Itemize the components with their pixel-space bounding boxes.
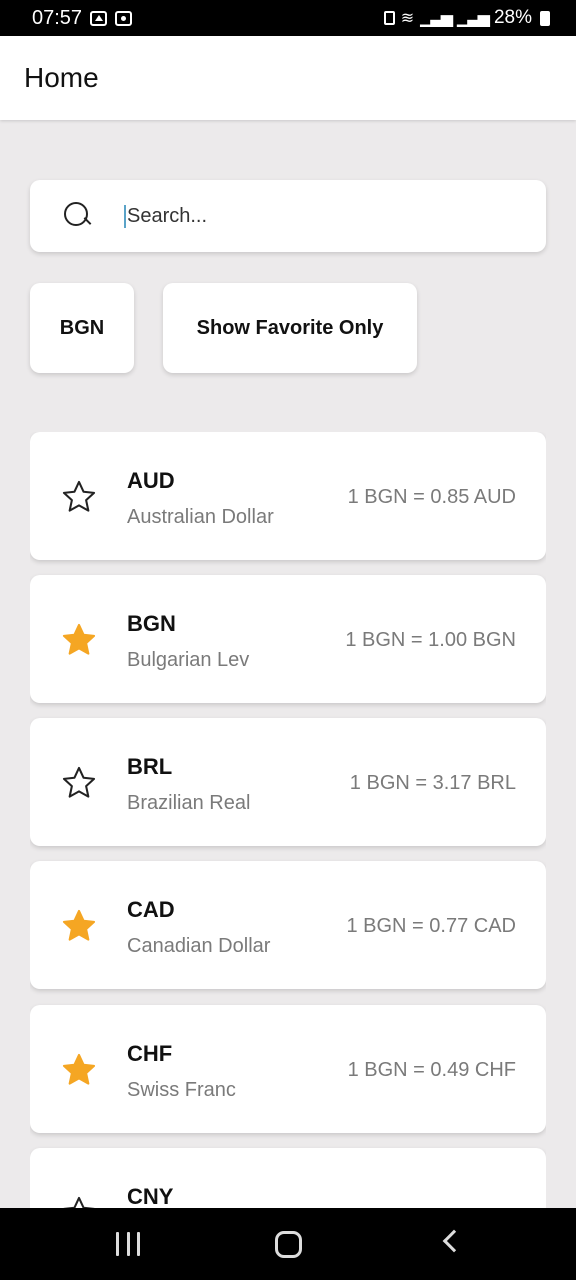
exchange-rate: 1 BGN = 0.49 CHF: [347, 1059, 516, 1081]
recents-icon[interactable]: [116, 1232, 140, 1256]
show-favorite-only-button[interactable]: Show Favorite Only: [163, 283, 417, 373]
image-icon: [90, 10, 108, 26]
currency-code: CNY: [127, 1184, 174, 1208]
star-icon[interactable]: [60, 1051, 98, 1089]
currency-row[interactable]: BRL Brazilian Real 1 BGN = 3.17 BRL: [30, 718, 546, 846]
currency-code: CAD: [127, 897, 175, 922]
star-icon[interactable]: [60, 907, 98, 945]
currency-code: BGN: [127, 611, 176, 636]
currency-list[interactable]: AUD Australian Dollar 1 BGN = 0.85 AUD B…: [30, 432, 546, 1208]
currency-code: AUD: [127, 468, 175, 493]
star-icon[interactable]: [60, 1194, 98, 1208]
exchange-rate: 1 BGN = 0.77 CAD: [346, 915, 516, 937]
star-icon[interactable]: [60, 764, 98, 802]
battery-icon: [540, 10, 550, 26]
currency-row[interactable]: CAD Canadian Dollar 1 BGN = 0.77 CAD: [30, 861, 546, 989]
currency-code: BRL: [127, 754, 173, 779]
base-currency-button[interactable]: BGN: [30, 283, 134, 373]
back-icon[interactable]: [442, 1229, 466, 1253]
show-favorite-only-label: Show Favorite Only: [196, 316, 384, 339]
star-icon[interactable]: [60, 621, 98, 659]
search-input[interactable]: [124, 204, 504, 228]
currency-row[interactable]: AUD Australian Dollar 1 BGN = 0.85 AUD: [30, 432, 546, 560]
lock-icon: [383, 11, 395, 25]
currency-name: Brazilian Real: [127, 792, 251, 814]
exchange-rate: 1 BGN = 3.17 BRL: [349, 772, 516, 794]
home-icon[interactable]: [275, 1231, 302, 1258]
currency-code: CHF: [127, 1041, 173, 1066]
exchange-rate: 1 BGN = 1.00 BGN: [345, 629, 516, 651]
search-bar[interactable]: [30, 180, 546, 252]
currency-name: Swiss Franc: [127, 1079, 236, 1101]
exchange-rate: 1 BGN = 0.85 AUD: [347, 486, 516, 508]
star-icon[interactable]: [60, 478, 98, 516]
signal-icon: ▁▃▅: [457, 10, 490, 27]
system-nav-bar: [0, 1208, 576, 1280]
status-bar: 07:57 ≋ ▁▃▅ ▁▃▅ 28%: [0, 0, 576, 36]
signal-icon: ▁▃▅: [420, 10, 453, 27]
search-icon: [64, 202, 92, 230]
app-bar: Home: [0, 36, 576, 120]
currency-name: Canadian Dollar: [127, 935, 271, 957]
page-title: Home: [24, 62, 99, 93]
camera-icon: [115, 10, 133, 26]
wifi-icon: ≋: [400, 10, 415, 27]
status-time: 07:57: [32, 6, 83, 29]
currency-row[interactable]: BGN Bulgarian Lev 1 BGN = 1.00 BGN: [30, 575, 546, 703]
currency-row[interactable]: CHF Swiss Franc 1 BGN = 0.49 CHF: [30, 1005, 546, 1133]
battery-text: 28%: [493, 7, 532, 28]
currency-name: Australian Dollar: [127, 506, 274, 528]
base-currency-label: BGN: [59, 316, 105, 339]
currency-name: Bulgarian Lev: [127, 649, 250, 671]
currency-row[interactable]: CNY: [30, 1148, 546, 1208]
